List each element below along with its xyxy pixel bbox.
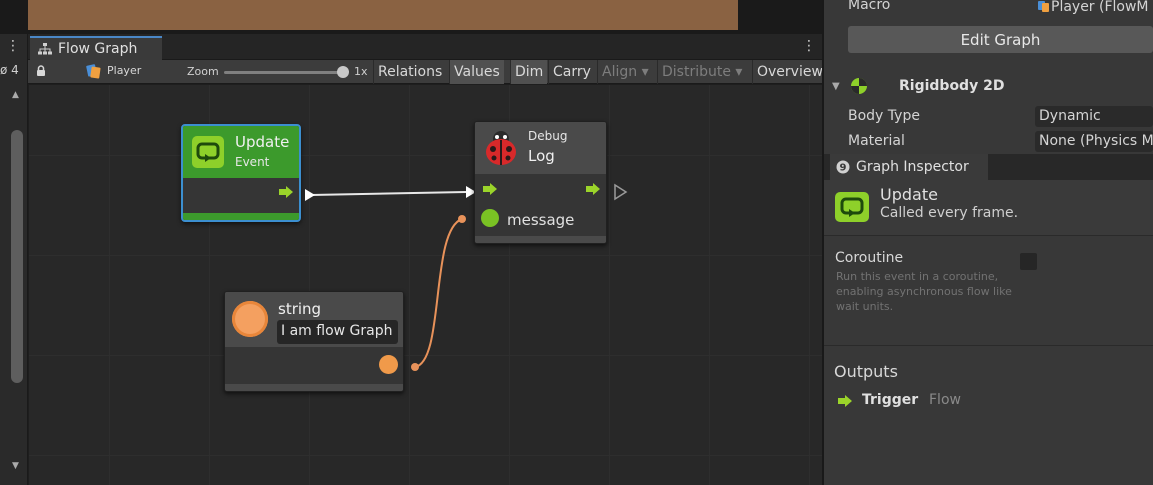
update-loop-icon (191, 135, 225, 173)
update-node-subtitle: Event (235, 155, 270, 169)
rigidbody2d-icon (850, 77, 868, 99)
flow-connection (310, 191, 467, 196)
outputs-divider (824, 345, 1153, 346)
unconnected-flow-output-arrow (614, 183, 628, 201)
selected-unit-title: Update (880, 185, 938, 204)
output-port-name: Trigger (862, 392, 919, 408)
message-port-label: message (507, 211, 575, 229)
tab-graph-inspector[interactable]: 9 Graph Inspector (830, 154, 988, 180)
script-graph-icon (1038, 1, 1049, 12)
string-value-input[interactable]: I am flow Graph (277, 320, 398, 344)
flow-output-port-icon[interactable] (279, 186, 293, 202)
flow-output-port-icon[interactable] (586, 183, 600, 199)
svg-text:9: 9 (840, 163, 847, 174)
edit-graph-button-label: Edit Graph (960, 30, 1041, 49)
debug-log-node[interactable]: Debug Log message (474, 121, 607, 244)
coroutine-checkbox[interactable] (1020, 253, 1037, 270)
update-node-footer (183, 213, 299, 220)
update-node-title: Update (235, 133, 290, 151)
material-field[interactable]: None (Physics M (1035, 131, 1153, 152)
ladybug-icon (483, 129, 519, 171)
foldout-arrow-icon[interactable]: ▼ (832, 81, 840, 92)
material-label: Material (848, 133, 905, 149)
edit-graph-button[interactable]: Edit Graph (848, 26, 1153, 53)
selected-unit-description: Called every frame. (880, 205, 1019, 221)
value-connection (414, 218, 463, 368)
component-title: Rigidbody 2D (899, 78, 1005, 94)
info-icon: 9 (836, 160, 850, 174)
string-literal-node[interactable]: string I am flow Graph (224, 291, 404, 392)
update-loop-icon (834, 191, 870, 227)
update-event-node[interactable]: Update Event (181, 124, 301, 222)
value-connection-end (458, 215, 466, 223)
string-type-icon (232, 301, 268, 337)
debug-node-subtitle: Debug (528, 129, 568, 143)
debug-node-title: Log (528, 147, 555, 165)
tab-graph-inspector-label: Graph Inspector (856, 159, 969, 175)
coroutine-help-text: Run this event in a coroutine, enabling … (836, 270, 1012, 313)
string-output-port-icon[interactable] (379, 355, 398, 374)
string-node-footer (225, 384, 403, 391)
flow-connection-start-arrow (305, 189, 315, 201)
flow-input-port-icon[interactable] (483, 183, 497, 199)
coroutine-label: Coroutine (835, 250, 904, 266)
output-port-type: Flow (929, 392, 961, 408)
body-type-label: Body Type (848, 108, 920, 124)
macro-label: Macro (848, 0, 891, 13)
inspector-panel (822, 0, 1153, 485)
message-input-port-icon[interactable] (481, 209, 499, 227)
flow-output-port-icon (838, 395, 852, 411)
macro-field[interactable]: Player (FlowM (1035, 0, 1153, 17)
value-connection-start (411, 363, 419, 371)
debug-node-footer (475, 236, 606, 243)
outputs-label: Outputs (834, 362, 898, 381)
string-node-title: string (278, 300, 322, 318)
macro-value: Player (FlowM (1051, 0, 1149, 15)
body-type-dropdown[interactable]: Dynamic (1035, 106, 1153, 127)
connections-layer (305, 183, 628, 371)
